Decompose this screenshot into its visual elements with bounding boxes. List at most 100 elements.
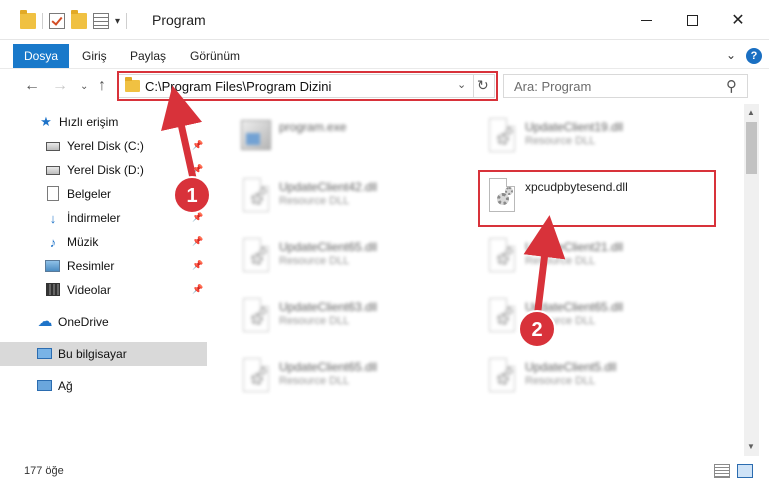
- pin-icon[interactable]: 📌: [192, 140, 203, 151]
- pin-icon[interactable]: 📌: [192, 260, 203, 271]
- pin-icon[interactable]: 📌: [192, 212, 203, 223]
- toolbar-divider: [126, 13, 128, 29]
- file-name: program.exe: [279, 120, 347, 134]
- sidebar-item-label: Yerel Disk (C:): [67, 139, 144, 153]
- item-count: 177 öğe: [24, 465, 64, 477]
- forward-arrow-icon[interactable]: →: [52, 77, 68, 95]
- recent-locations-chevron-icon[interactable]: ⌄: [80, 81, 88, 92]
- file-type: Resource DLL: [525, 255, 596, 267]
- sidebar-item-music[interactable]: ♪ Müzik 📌: [0, 230, 207, 254]
- file-type: Resource DLL: [525, 375, 596, 387]
- minimize-icon: [640, 19, 652, 21]
- folder-icon[interactable]: [20, 10, 36, 29]
- dll-file-icon: [239, 358, 271, 394]
- sidebar-item-label: Belgeler: [67, 187, 112, 201]
- scroll-thumb[interactable]: [746, 122, 757, 174]
- file-name: UpdateClient65.dll: [525, 300, 624, 314]
- highlight-box: [478, 170, 716, 227]
- download-icon: ↓: [49, 210, 57, 226]
- file-item[interactable]: UpdateClient42.dll Resource DLL: [231, 170, 471, 222]
- sidebar-item-this-pc[interactable]: Bu bilgisayar: [0, 342, 207, 366]
- sidebar-item-downloads[interactable]: ↓ İndirmeler 📌: [0, 206, 207, 230]
- back-arrow-icon[interactable]: ←: [24, 77, 40, 95]
- vertical-scrollbar[interactable]: ▲ ▼: [744, 104, 759, 456]
- new-folder-icon[interactable]: [71, 10, 87, 29]
- large-icons-view-icon[interactable]: [737, 464, 753, 478]
- file-item[interactable]: UpdateClient65.dll Resource DLL: [231, 230, 471, 282]
- tab-share[interactable]: Paylaş: [120, 44, 176, 68]
- minimize-button[interactable]: [623, 0, 669, 40]
- pin-icon[interactable]: 📌: [192, 188, 203, 199]
- pin-icon[interactable]: 📌: [192, 236, 203, 247]
- close-button[interactable]: ✕: [715, 0, 761, 40]
- maximize-button[interactable]: [669, 0, 715, 40]
- dll-file-icon: [485, 118, 517, 154]
- expand-ribbon-chevron-icon[interactable]: ⌄: [726, 48, 736, 62]
- toolbar-divider: [42, 13, 43, 29]
- file-item[interactable]: UpdateClient5.dll Resource DLL: [477, 350, 717, 402]
- sidebar-item-local-disk-d[interactable]: Yerel Disk (D:) 📌: [0, 158, 207, 182]
- refresh-icon[interactable]: ↻: [477, 77, 489, 94]
- video-icon: [46, 283, 60, 296]
- sidebar-item-documents[interactable]: Belgeler 📌: [0, 182, 207, 206]
- scroll-up-arrow-icon[interactable]: ▲: [747, 108, 755, 117]
- file-item[interactable]: UpdateClient65.dll Resource DLL: [231, 350, 471, 402]
- help-icon[interactable]: ?: [746, 48, 762, 64]
- file-item[interactable]: UpdateClient19.dll Resource DLL: [477, 110, 717, 162]
- search-input[interactable]: Ara: Program ⚲: [503, 74, 748, 98]
- dll-file-icon: [485, 298, 517, 334]
- sidebar-item-onedrive[interactable]: ☁ OneDrive: [0, 310, 207, 334]
- document-icon: [47, 186, 59, 201]
- tab-view[interactable]: Görünüm: [180, 44, 250, 68]
- sidebar-item-label: Müzik: [67, 235, 99, 249]
- address-path[interactable]: C:\Program Files\Program Dizini: [145, 79, 331, 94]
- search-icon[interactable]: ⚲: [726, 77, 737, 95]
- file-item[interactable]: UpdateClient65.dll Resource DLL: [477, 290, 717, 342]
- sidebar-item-pictures[interactable]: Resimler 📌: [0, 254, 207, 278]
- address-bar[interactable]: C:\Program Files\Program Dizini ⌄ ↻: [118, 74, 495, 98]
- sidebar-item-label: Videolar: [67, 283, 111, 297]
- drive-icon: [46, 166, 60, 175]
- close-icon: ✕: [731, 12, 745, 29]
- sidebar-item-label: OneDrive: [58, 315, 109, 329]
- file-name: UpdateClient42.dll: [279, 180, 378, 194]
- properties-check-icon[interactable]: [49, 13, 65, 29]
- sidebar-item-videos[interactable]: Videolar 📌: [0, 278, 207, 302]
- file-name: UpdateClient63.dll: [279, 300, 378, 314]
- up-arrow-icon[interactable]: ↑: [98, 77, 106, 95]
- file-type: Resource DLL: [279, 315, 350, 327]
- sidebar-item-label: Ağ: [58, 379, 73, 393]
- address-history-chevron-icon[interactable]: ⌄: [457, 78, 466, 91]
- tab-home[interactable]: Giriş: [72, 44, 117, 68]
- ribbon-tabs: Dosya Giriş Paylaş Görünüm ⌄ ?: [0, 44, 769, 68]
- details-view-icon[interactable]: [714, 464, 730, 478]
- file-name: UpdateClient19.dll: [525, 120, 624, 134]
- exe-file-icon: [239, 118, 271, 154]
- file-item[interactable]: program.exe: [231, 110, 471, 162]
- file-item[interactable]: UpdateClient63.dll Resource DLL: [231, 290, 471, 342]
- address-divider: [473, 75, 474, 97]
- file-type: Resource DLL: [279, 375, 350, 387]
- maximize-icon: [686, 14, 698, 26]
- search-placeholder: Ara: Program: [514, 79, 592, 94]
- dll-file-icon: [239, 238, 271, 274]
- list-properties-icon[interactable]: [93, 13, 109, 29]
- file-list: program.exe UpdateClient42.dll Resource …: [207, 104, 744, 456]
- sidebar-item-label: İndirmeler: [67, 211, 121, 225]
- dll-file-icon: [239, 178, 271, 214]
- navigation-pane: ★ Hızlı erişim Yerel Disk (C:) 📌 Yerel D…: [0, 104, 207, 456]
- sidebar-item-network[interactable]: Ağ: [0, 374, 207, 398]
- file-name: UpdateClient65.dll: [279, 360, 378, 374]
- computer-icon: [37, 348, 52, 359]
- sidebar-item-quick-access[interactable]: ★ Hızlı erişim: [0, 110, 207, 134]
- file-item[interactable]: UpdateClient21.dll Resource DLL: [477, 230, 717, 282]
- address-row: ← → ⌄ ↑ C:\Program Files\Program Dizini …: [0, 68, 769, 104]
- title-bar: ▾ Program ✕: [0, 0, 769, 40]
- scroll-down-arrow-icon[interactable]: ▼: [747, 442, 755, 451]
- pin-icon[interactable]: 📌: [192, 284, 203, 295]
- customize-toolbar-chevron-icon[interactable]: ▾: [115, 16, 120, 27]
- dll-file-icon: [239, 298, 271, 334]
- sidebar-item-local-disk-c[interactable]: Yerel Disk (C:) 📌: [0, 134, 207, 158]
- pin-icon[interactable]: 📌: [192, 164, 203, 175]
- tab-file[interactable]: Dosya: [13, 44, 69, 68]
